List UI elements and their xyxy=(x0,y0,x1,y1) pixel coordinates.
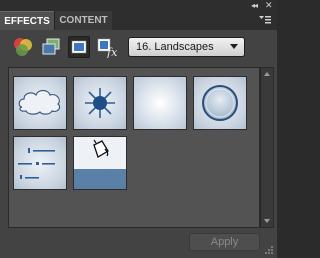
effect-sun[interactable] xyxy=(73,76,127,130)
thumbnail-scrollbar[interactable] xyxy=(260,67,274,228)
effects-thumbnail-grid xyxy=(8,67,260,228)
horizon-lines-icon xyxy=(18,148,55,179)
tab-effects[interactable]: EFFECTS xyxy=(0,11,54,30)
filters-icon xyxy=(14,38,32,56)
tab-content[interactable]: CONTENT xyxy=(54,11,112,30)
scroll-up-icon[interactable] xyxy=(264,72,270,76)
panel-menu-icon[interactable] xyxy=(258,13,272,27)
collapse-icon[interactable]: ◂◂ xyxy=(251,0,258,11)
panel-footer: Apply xyxy=(0,228,277,258)
effects-toolbar: fx 16. Landscapes xyxy=(0,30,277,62)
effect-glow[interactable] xyxy=(133,76,187,130)
apply-button[interactable]: Apply xyxy=(189,233,260,251)
close-icon[interactable]: ✕ xyxy=(265,0,273,11)
paint-bucket-icon xyxy=(93,139,109,158)
tab-bar: EFFECTS CONTENT xyxy=(0,11,277,30)
category-dropdown-value: 16. Landscapes xyxy=(136,41,214,53)
photo-effects-icon xyxy=(71,40,87,54)
effect-horizon-lines[interactable] xyxy=(13,136,67,190)
effects-panel: ◂◂ ✕ EFFECTS CONTENT fx 16. Landscapes A… xyxy=(0,0,277,258)
effect-bevel-circle[interactable] xyxy=(193,76,247,130)
layer-styles-icon xyxy=(42,38,60,55)
resize-grip-icon[interactable] xyxy=(264,245,274,255)
cloud-icon xyxy=(18,89,61,115)
effect-cloud[interactable] xyxy=(13,76,67,130)
effect-fill-bucket[interactable] xyxy=(73,136,127,190)
category-dropdown[interactable]: 16. Landscapes xyxy=(128,37,245,57)
bevel-circle-icon xyxy=(202,85,238,121)
layer-styles-tool[interactable] xyxy=(40,36,62,58)
chevron-down-icon xyxy=(230,44,238,49)
all-effects-tool[interactable]: fx xyxy=(96,36,118,59)
sun-icon xyxy=(85,88,115,118)
scroll-down-icon[interactable] xyxy=(264,219,270,223)
photo-effects-tool[interactable] xyxy=(68,36,90,58)
filters-tool[interactable] xyxy=(12,36,34,58)
fx-icon: fx xyxy=(97,38,118,59)
panel-title-bar: ◂◂ ✕ xyxy=(0,0,277,11)
svg-text:fx: fx xyxy=(106,46,118,58)
